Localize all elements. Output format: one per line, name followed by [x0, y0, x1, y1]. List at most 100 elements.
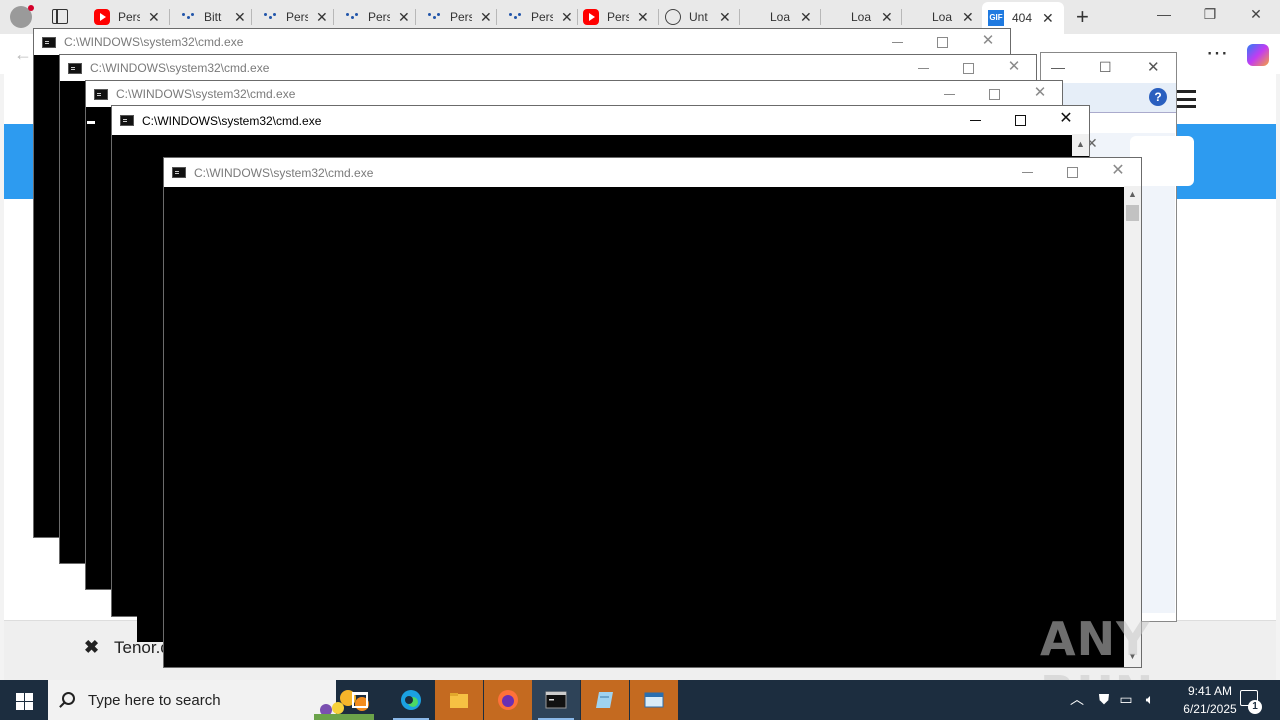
network-icon[interactable]: ▭: [1118, 691, 1134, 707]
windows-logo-pane: [25, 693, 33, 701]
scroll-thumb[interactable]: [1126, 205, 1139, 221]
tab-close-icon[interactable]: ✕: [480, 9, 492, 26]
cmd-titlebar[interactable]: C:\WINDOWS\system32\cmd.exe ✕: [86, 81, 1062, 107]
dialog-close-button[interactable]: ✕: [1147, 58, 1160, 76]
maximize-icon[interactable]: [989, 89, 1000, 100]
maximize-icon[interactable]: [937, 37, 948, 48]
dialog-minimize-button[interactable]: —: [1051, 59, 1065, 75]
taskbar-file-explorer[interactable]: [435, 680, 483, 720]
dots-icon: [262, 9, 278, 25]
minimize-icon[interactable]: [892, 42, 903, 43]
tab-close-icon[interactable]: ✕: [1042, 10, 1054, 27]
task-view-icon: [352, 692, 368, 708]
tab-close-icon[interactable]: ✕: [148, 9, 160, 26]
blank-page-icon: [908, 9, 924, 25]
browser-tab[interactable]: Loa ✕: [736, 4, 820, 30]
youtube-icon: [94, 9, 110, 25]
taskbar-edge[interactable]: [387, 680, 435, 720]
browser-tab[interactable]: Bitt ✕: [170, 4, 251, 30]
tab-close-icon[interactable]: ✕: [800, 9, 812, 26]
tab-label: Pers: [607, 10, 629, 24]
notepad-icon: [596, 692, 613, 708]
close-icon[interactable]: ✖: [84, 637, 99, 658]
console-app-icon: [42, 36, 56, 48]
help-icon[interactable]: ?: [1149, 88, 1167, 106]
edge-icon: [401, 690, 421, 710]
blank-page-icon: [746, 9, 762, 25]
cmd-window[interactable]: C:\WINDOWS\system32\cmd.exe ✕: [163, 157, 1142, 668]
dots-icon: [344, 9, 360, 25]
tab-label: Pers: [118, 10, 140, 24]
cmd-titlebar[interactable]: C:\WINDOWS\system32\cmd.exe ✕: [60, 55, 1036, 81]
taskbar-remote-app[interactable]: [630, 680, 678, 720]
vertical-scrollbar[interactable]: ▲ ▼: [1124, 186, 1141, 667]
taskbar-cmd[interactable]: [532, 680, 580, 720]
start-button[interactable]: [0, 680, 48, 720]
close-icon[interactable]: ✕: [1111, 163, 1125, 179]
tab-label: Pers: [531, 10, 553, 24]
cmd-window-title: C:\WINDOWS\system32\cmd.exe: [64, 35, 244, 49]
volume-icon[interactable]: 🔈︎: [1142, 691, 1158, 707]
tab-actions-icon[interactable]: [52, 9, 68, 24]
browser-tab[interactable]: Unt ✕: [655, 4, 739, 30]
windows-logo-icon: [16, 693, 24, 701]
tab-close-icon[interactable]: ✕: [881, 9, 893, 26]
taskbar-firefox[interactable]: [484, 680, 532, 720]
network-device-icon[interactable]: ⛊: [1096, 691, 1112, 707]
tab-close-icon[interactable]: ✕: [234, 9, 246, 26]
maximize-icon[interactable]: [1015, 115, 1026, 126]
browser-tab[interactable]: Pers ✕: [334, 4, 415, 30]
dots-icon: [426, 9, 442, 25]
tab-close-icon[interactable]: ✕: [316, 9, 328, 26]
hamburger-menu-icon[interactable]: [1176, 90, 1196, 108]
dot-icon: [180, 9, 196, 25]
scroll-up-icon[interactable]: ▲: [1128, 189, 1137, 199]
window-app-icon: [644, 692, 664, 708]
search-icon: [62, 692, 75, 705]
maximize-icon[interactable]: [963, 63, 974, 74]
maximize-icon[interactable]: [1067, 167, 1078, 178]
cmd-window-title: C:\WINDOWS\system32\cmd.exe: [142, 113, 322, 128]
close-icon[interactable]: ✕: [981, 33, 995, 48]
minimize-icon[interactable]: [1022, 172, 1033, 173]
browser-tab[interactable]: Pers ✕: [573, 4, 658, 30]
copilot-icon[interactable]: [1247, 44, 1269, 66]
tray-overflow-chevron-icon[interactable]: ︿: [1070, 689, 1084, 709]
browser-tab[interactable]: Pers ✕: [84, 4, 168, 30]
dialog-maximize-button[interactable]: ☐: [1099, 59, 1112, 76]
new-tab-button[interactable]: +: [1076, 4, 1089, 30]
close-icon[interactable]: ✕: [1007, 59, 1021, 74]
windows-logo-pane: [25, 702, 33, 710]
tab-close-icon[interactable]: ✕: [561, 9, 573, 26]
blank-page-icon: [827, 9, 843, 25]
profile-notification-dot: [28, 5, 34, 11]
browser-tab[interactable]: Pers ✕: [416, 4, 497, 30]
browser-tab[interactable]: Loa ✕: [898, 4, 982, 30]
cmd-titlebar[interactable]: C:\WINDOWS\system32\cmd.exe ✕: [164, 158, 1141, 187]
minimize-icon[interactable]: [944, 94, 955, 95]
tab-label: Unt: [689, 10, 708, 24]
browser-close-button[interactable]: ✕: [1233, 6, 1279, 23]
close-icon[interactable]: ✕: [1033, 85, 1047, 100]
tab-label: 404: [1012, 11, 1033, 25]
minimize-icon[interactable]: [918, 68, 929, 69]
notification-count-badge: 1: [1248, 700, 1262, 714]
tab-close-icon[interactable]: ✕: [719, 9, 731, 26]
taskbar-notepad[interactable]: [581, 680, 629, 720]
cmd-titlebar[interactable]: C:\WINDOWS\system32\cmd.exe ✕: [34, 29, 1010, 55]
taskbar-search-box[interactable]: Type here to search: [48, 680, 374, 720]
more-options-icon[interactable]: ⋯: [1206, 40, 1229, 66]
tab-close-icon[interactable]: ✕: [398, 9, 410, 26]
back-arrow-icon[interactable]: ←: [14, 44, 32, 65]
browser-tab[interactable]: Pers ✕: [252, 4, 333, 30]
browser-tab[interactable]: Pers ✕: [497, 4, 578, 30]
tab-close-icon[interactable]: ✕: [962, 9, 974, 26]
browser-restore-button[interactable]: ❐: [1187, 6, 1233, 23]
scroll-up-icon[interactable]: ▲: [1072, 134, 1089, 156]
minimize-icon[interactable]: [970, 120, 981, 121]
browser-tab[interactable]: Loa ✕: [817, 4, 901, 30]
cmd-titlebar[interactable]: C:\WINDOWS\system32\cmd.exe ✕: [112, 106, 1089, 135]
browser-minimize-button[interactable]: —: [1141, 6, 1187, 22]
close-icon[interactable]: ✕: [1059, 111, 1073, 127]
tab-close-icon[interactable]: ✕: [637, 9, 649, 26]
